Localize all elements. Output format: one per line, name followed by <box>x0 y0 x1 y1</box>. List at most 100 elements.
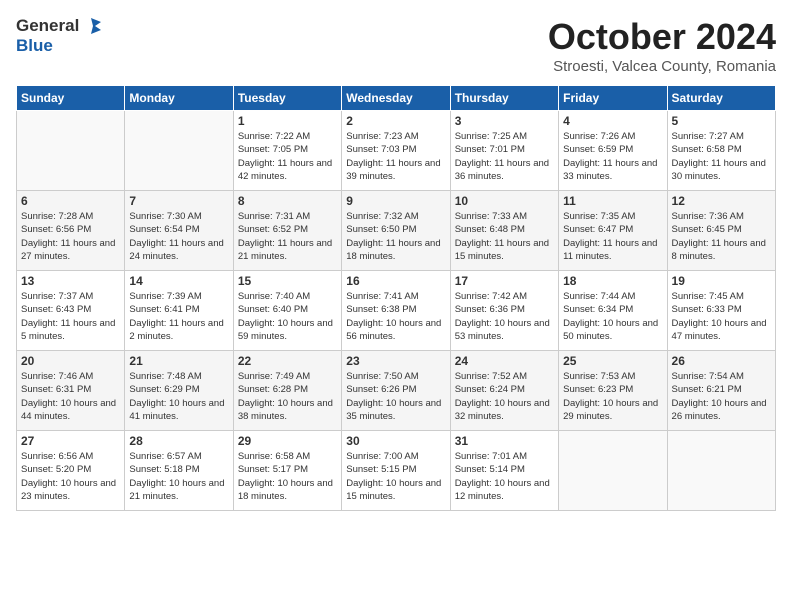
cell-info: Sunrise: 7:00 AM Sunset: 5:15 PM Dayligh… <box>346 450 445 503</box>
day-number: 20 <box>21 354 120 368</box>
cell-info: Sunrise: 7:52 AM Sunset: 6:24 PM Dayligh… <box>455 370 554 423</box>
day-number: 28 <box>129 434 228 448</box>
cell-info: Sunrise: 7:28 AM Sunset: 6:56 PM Dayligh… <box>21 210 120 263</box>
day-number: 24 <box>455 354 554 368</box>
day-of-week-header: Sunday <box>17 86 125 111</box>
day-number: 22 <box>238 354 337 368</box>
calendar-cell: 7 Sunrise: 7:30 AM Sunset: 6:54 PM Daylig… <box>125 191 233 271</box>
calendar-cell: 30 Sunrise: 7:00 AM Sunset: 5:15 PM Dayli… <box>342 431 450 511</box>
calendar-table: SundayMondayTuesdayWednesdayThursdayFrid… <box>16 85 776 511</box>
calendar-cell: 21 Sunrise: 7:48 AM Sunset: 6:29 PM Dayli… <box>125 351 233 431</box>
cell-info: Sunrise: 7:23 AM Sunset: 7:03 PM Dayligh… <box>346 130 445 183</box>
calendar-cell: 5 Sunrise: 7:27 AM Sunset: 6:58 PM Daylig… <box>667 111 775 191</box>
day-number: 17 <box>455 274 554 288</box>
day-of-week-header: Monday <box>125 86 233 111</box>
cell-info: Sunrise: 7:33 AM Sunset: 6:48 PM Dayligh… <box>455 210 554 263</box>
calendar-cell: 26 Sunrise: 7:54 AM Sunset: 6:21 PM Dayli… <box>667 351 775 431</box>
cell-info: Sunrise: 7:30 AM Sunset: 6:54 PM Dayligh… <box>129 210 228 263</box>
day-number: 26 <box>672 354 771 368</box>
day-number: 1 <box>238 114 337 128</box>
cell-info: Sunrise: 7:49 AM Sunset: 6:28 PM Dayligh… <box>238 370 337 423</box>
page-header: General Blue October 2024 Stroesti, Valc… <box>16 16 776 75</box>
calendar-cell: 3 Sunrise: 7:25 AM Sunset: 7:01 PM Daylig… <box>450 111 558 191</box>
day-of-week-header: Thursday <box>450 86 558 111</box>
cell-info: Sunrise: 7:37 AM Sunset: 6:43 PM Dayligh… <box>21 290 120 343</box>
calendar-cell: 24 Sunrise: 7:52 AM Sunset: 6:24 PM Dayli… <box>450 351 558 431</box>
logo-bird-icon <box>81 16 101 36</box>
calendar-cell: 31Sunrise: 7:01 AM Sunset: 5:14 PM Dayli… <box>450 431 558 511</box>
day-of-week-header: Wednesday <box>342 86 450 111</box>
calendar-week-row: 1 Sunrise: 7:22 AM Sunset: 7:05 PM Daylig… <box>17 111 776 191</box>
cell-info: Sunrise: 7:42 AM Sunset: 6:36 PM Dayligh… <box>455 290 554 343</box>
calendar-cell <box>125 111 233 191</box>
cell-info: Sunrise: 7:35 AM Sunset: 6:47 PM Dayligh… <box>563 210 662 263</box>
cell-info: Sunrise: 7:27 AM Sunset: 6:58 PM Dayligh… <box>672 130 771 183</box>
logo-blue-text: Blue <box>16 36 53 55</box>
day-number: 4 <box>563 114 662 128</box>
cell-info: Sunrise: 7:36 AM Sunset: 6:45 PM Dayligh… <box>672 210 771 263</box>
day-number: 16 <box>346 274 445 288</box>
location-title: Stroesti, Valcea County, Romania <box>548 58 776 75</box>
calendar-cell: 14Sunrise: 7:39 AM Sunset: 6:41 PM Dayli… <box>125 271 233 351</box>
calendar-week-row: 13 Sunrise: 7:37 AM Sunset: 6:43 PM Dayli… <box>17 271 776 351</box>
day-number: 7 <box>129 194 228 208</box>
logo-general-text: General <box>16 16 79 36</box>
cell-info: Sunrise: 7:25 AM Sunset: 7:01 PM Dayligh… <box>455 130 554 183</box>
cell-info: Sunrise: 6:56 AM Sunset: 5:20 PM Dayligh… <box>21 450 120 503</box>
day-number: 2 <box>346 114 445 128</box>
day-number: 3 <box>455 114 554 128</box>
calendar-cell <box>17 111 125 191</box>
cell-info: Sunrise: 7:31 AM Sunset: 6:52 PM Dayligh… <box>238 210 337 263</box>
day-number: 21 <box>129 354 228 368</box>
calendar-cell: 25 Sunrise: 7:53 AM Sunset: 6:23 PM Dayli… <box>559 351 667 431</box>
calendar-cell: 6Sunrise: 7:28 AM Sunset: 6:56 PM Daylig… <box>17 191 125 271</box>
cell-info: Sunrise: 7:53 AM Sunset: 6:23 PM Dayligh… <box>563 370 662 423</box>
calendar-week-row: 6Sunrise: 7:28 AM Sunset: 6:56 PM Daylig… <box>17 191 776 271</box>
cell-info: Sunrise: 7:01 AM Sunset: 5:14 PM Dayligh… <box>455 450 554 503</box>
cell-info: Sunrise: 7:50 AM Sunset: 6:26 PM Dayligh… <box>346 370 445 423</box>
calendar-body: 1 Sunrise: 7:22 AM Sunset: 7:05 PM Daylig… <box>17 111 776 511</box>
calendar-cell: 13 Sunrise: 7:37 AM Sunset: 6:43 PM Dayli… <box>17 271 125 351</box>
calendar-header-row: SundayMondayTuesdayWednesdayThursdayFrid… <box>17 86 776 111</box>
calendar-cell: 18Sunrise: 7:44 AM Sunset: 6:34 PM Dayli… <box>559 271 667 351</box>
calendar-cell: 19Sunrise: 7:45 AM Sunset: 6:33 PM Dayli… <box>667 271 775 351</box>
day-number: 30 <box>346 434 445 448</box>
calendar-cell: 29 Sunrise: 6:58 AM Sunset: 5:17 PM Dayli… <box>233 431 341 511</box>
calendar-cell: 2 Sunrise: 7:23 AM Sunset: 7:03 PM Daylig… <box>342 111 450 191</box>
calendar-cell: 16 Sunrise: 7:41 AM Sunset: 6:38 PM Dayli… <box>342 271 450 351</box>
calendar-cell: 27Sunrise: 6:56 AM Sunset: 5:20 PM Dayli… <box>17 431 125 511</box>
calendar-cell: 12 Sunrise: 7:36 AM Sunset: 6:45 PM Dayli… <box>667 191 775 271</box>
day-number: 9 <box>346 194 445 208</box>
cell-info: Sunrise: 7:48 AM Sunset: 6:29 PM Dayligh… <box>129 370 228 423</box>
calendar-cell: 20Sunrise: 7:46 AM Sunset: 6:31 PM Dayli… <box>17 351 125 431</box>
calendar-cell: 10 Sunrise: 7:33 AM Sunset: 6:48 PM Dayli… <box>450 191 558 271</box>
cell-info: Sunrise: 6:58 AM Sunset: 5:17 PM Dayligh… <box>238 450 337 503</box>
cell-info: Sunrise: 7:54 AM Sunset: 6:21 PM Dayligh… <box>672 370 771 423</box>
calendar-week-row: 20Sunrise: 7:46 AM Sunset: 6:31 PM Dayli… <box>17 351 776 431</box>
calendar-cell: 9 Sunrise: 7:32 AM Sunset: 6:50 PM Daylig… <box>342 191 450 271</box>
cell-info: Sunrise: 7:41 AM Sunset: 6:38 PM Dayligh… <box>346 290 445 343</box>
calendar-cell: 23Sunrise: 7:50 AM Sunset: 6:26 PM Dayli… <box>342 351 450 431</box>
day-number: 15 <box>238 274 337 288</box>
calendar-cell <box>559 431 667 511</box>
cell-info: Sunrise: 7:40 AM Sunset: 6:40 PM Dayligh… <box>238 290 337 343</box>
cell-info: Sunrise: 7:26 AM Sunset: 6:59 PM Dayligh… <box>563 130 662 183</box>
day-of-week-header: Tuesday <box>233 86 341 111</box>
cell-info: Sunrise: 7:44 AM Sunset: 6:34 PM Dayligh… <box>563 290 662 343</box>
calendar-week-row: 27Sunrise: 6:56 AM Sunset: 5:20 PM Dayli… <box>17 431 776 511</box>
day-number: 14 <box>129 274 228 288</box>
calendar-cell: 8Sunrise: 7:31 AM Sunset: 6:52 PM Daylig… <box>233 191 341 271</box>
title-block: October 2024 Stroesti, Valcea County, Ro… <box>548 16 776 75</box>
day-number: 10 <box>455 194 554 208</box>
day-number: 25 <box>563 354 662 368</box>
cell-info: Sunrise: 7:22 AM Sunset: 7:05 PM Dayligh… <box>238 130 337 183</box>
day-number: 12 <box>672 194 771 208</box>
day-number: 13 <box>21 274 120 288</box>
day-number: 29 <box>238 434 337 448</box>
calendar-cell: 1 Sunrise: 7:22 AM Sunset: 7:05 PM Daylig… <box>233 111 341 191</box>
cell-info: Sunrise: 7:32 AM Sunset: 6:50 PM Dayligh… <box>346 210 445 263</box>
calendar-cell: 22 Sunrise: 7:49 AM Sunset: 6:28 PM Dayli… <box>233 351 341 431</box>
calendar-cell: 17 Sunrise: 7:42 AM Sunset: 6:36 PM Dayli… <box>450 271 558 351</box>
calendar-cell: 28Sunrise: 6:57 AM Sunset: 5:18 PM Dayli… <box>125 431 233 511</box>
day-number: 5 <box>672 114 771 128</box>
